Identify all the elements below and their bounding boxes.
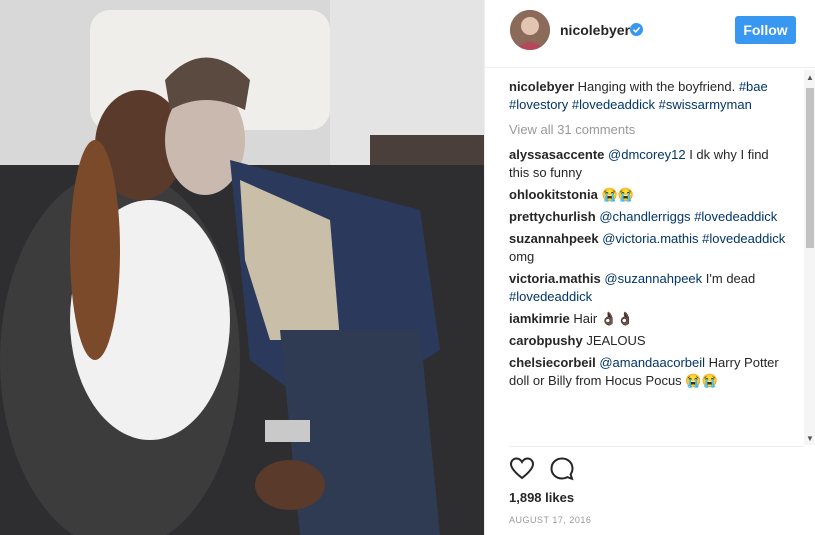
hashtag-link[interactable]: #lovedeaddick	[572, 97, 655, 112]
comments-list[interactable]: nicolebyer Hanging with the boyfriend. #…	[509, 78, 789, 444]
comment-username[interactable]: suzannahpeek	[509, 231, 599, 246]
comment: chelsiecorbeil @amandaacorbeil Harry Pot…	[509, 354, 789, 390]
caption-text: Hanging with the boyfriend.	[577, 79, 736, 94]
comment-text: JEALOUS	[586, 333, 646, 348]
hashtag-link[interactable]: #lovestory	[509, 97, 568, 112]
comment-username[interactable]: chelsiecorbeil	[509, 355, 596, 370]
comment-text: 😭😭	[601, 187, 634, 202]
caption-username[interactable]: nicolebyer	[509, 79, 574, 94]
comment-username[interactable]: ohlookitstonia	[509, 187, 598, 202]
hashtag-link[interactable]: #lovedeaddick	[702, 231, 785, 246]
likes-count[interactable]: 1,898 likes	[509, 490, 574, 505]
comment: suzannahpeek @victoria.mathis #lovedeadd…	[509, 230, 789, 266]
hashtag-link[interactable]: #lovedeaddick	[509, 289, 592, 304]
header-username[interactable]: nicolebyer	[560, 22, 630, 38]
scrollbar-thumb[interactable]	[806, 88, 814, 248]
hashtag-link[interactable]: #bae	[739, 79, 768, 94]
comment-username[interactable]: iamkimrie	[509, 311, 570, 326]
comment-text: I'm dead	[705, 271, 756, 286]
hashtag-link[interactable]: #swissarmyman	[659, 97, 752, 112]
caption: nicolebyer Hanging with the boyfriend. #…	[509, 78, 789, 114]
comments-scrollbar[interactable]: ▲ ▼	[804, 70, 815, 445]
mention-link[interactable]: @dmcorey12	[608, 147, 686, 162]
comment-username[interactable]: alyssasaccente	[509, 147, 604, 162]
scroll-down-arrow-icon[interactable]: ▼	[804, 433, 815, 445]
comment: alyssasaccente @dmcorey12 I dk why I fin…	[509, 146, 789, 182]
comment-text: Hair 👌🏿👌🏿	[573, 311, 634, 326]
avatar[interactable]	[510, 10, 550, 50]
comment: ohlookitstonia 😭😭	[509, 186, 789, 204]
follow-button[interactable]: Follow	[735, 16, 796, 44]
mention-link[interactable]: @amandaacorbeil	[599, 355, 705, 370]
mention-link[interactable]: @chandlerriggs	[599, 209, 690, 224]
comment: carobpushy JEALOUS	[509, 332, 789, 350]
post-date: AUGUST 17, 2016	[509, 515, 592, 525]
comment-icon[interactable]	[549, 456, 575, 482]
comment-username[interactable]: carobpushy	[509, 333, 583, 348]
divider	[509, 446, 804, 447]
comment-username[interactable]: victoria.mathis	[509, 271, 601, 286]
view-all-comments-link[interactable]: View all 31 comments	[509, 121, 789, 139]
comment: iamkimrie Hair 👌🏿👌🏿	[509, 310, 789, 328]
comment-text: omg	[509, 249, 535, 264]
mention-link[interactable]: @victoria.mathis	[602, 231, 698, 246]
hashtag-link[interactable]: #lovedeaddick	[694, 209, 777, 224]
comment: victoria.mathis @suzannahpeek I'm dead #…	[509, 270, 789, 306]
scroll-up-arrow-icon[interactable]: ▲	[804, 72, 815, 84]
post-photo[interactable]	[0, 0, 484, 535]
heart-icon[interactable]	[509, 456, 535, 482]
comment-username[interactable]: prettychurlish	[509, 209, 596, 224]
mention-link[interactable]: @suzannahpeek	[604, 271, 702, 286]
verified-badge-icon	[630, 23, 643, 36]
post-details-panel: nicolebyer Follow nicolebyer Hanging wit…	[484, 0, 815, 535]
post-header: nicolebyer Follow	[485, 0, 815, 68]
comment: prettychurlish @chandlerriggs #lovedeadd…	[509, 208, 789, 226]
